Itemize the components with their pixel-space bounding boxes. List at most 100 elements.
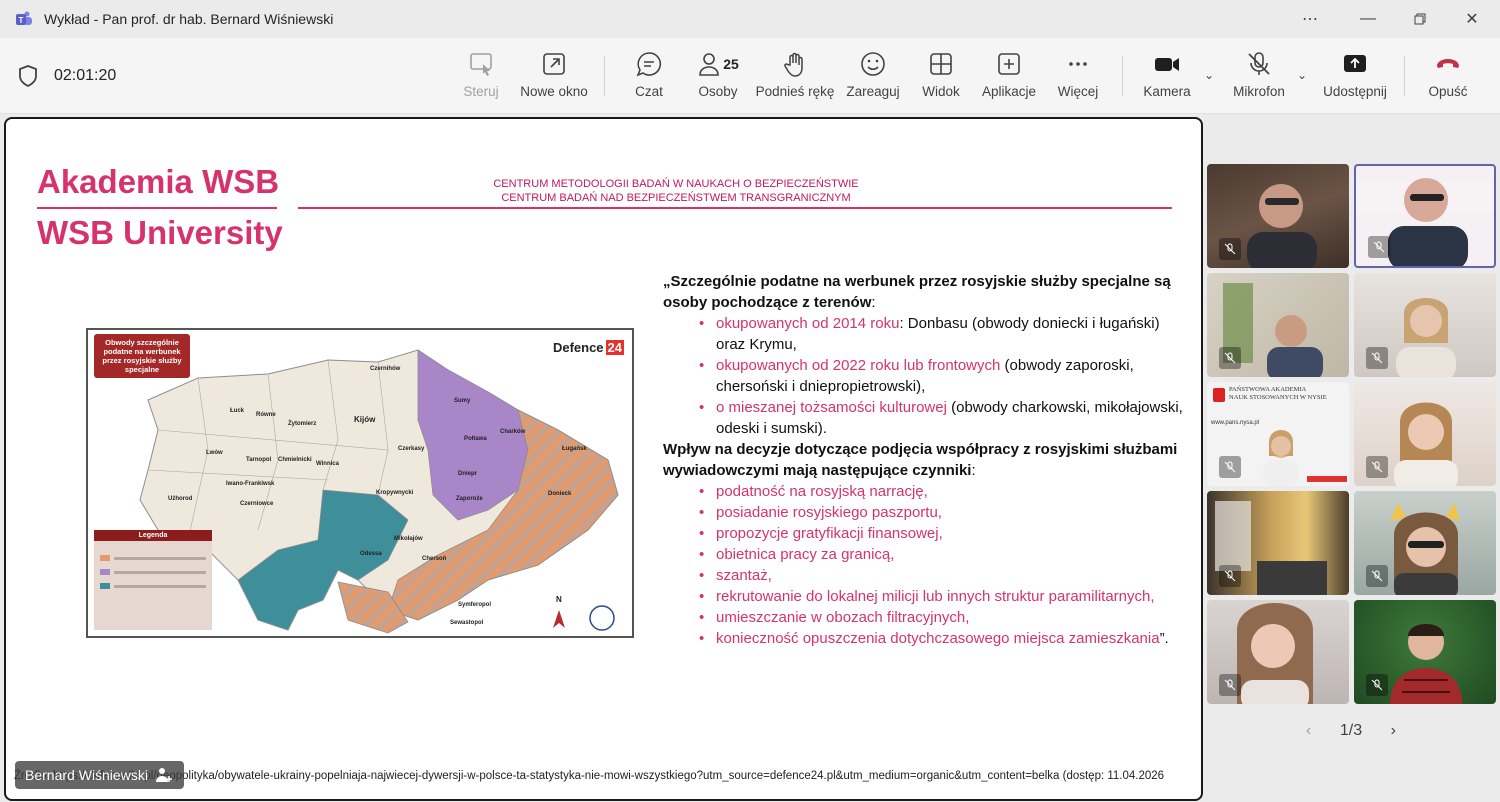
participant-tile[interactable] — [1354, 382, 1496, 486]
list-item: umieszczanie w obozach filtracyjnych, — [699, 607, 1183, 628]
legend-row — [100, 569, 206, 575]
city-label: Sewastopol — [450, 620, 484, 626]
city-label: Równe — [256, 412, 276, 418]
pop-out-icon — [543, 53, 565, 75]
people-icon — [699, 53, 720, 76]
camera-button[interactable]: Kamera — [1142, 50, 1192, 106]
mic-options-chevron-icon[interactable]: ⌄ — [1297, 68, 1307, 82]
city-label: Lwów — [206, 450, 223, 456]
minimize-button[interactable]: — — [1342, 0, 1394, 38]
participant-tile[interactable]: PAŃSTWOWA AKADEMIA NAUK STOSOWANYCH W NY… — [1207, 382, 1349, 486]
list-item: konieczność opuszczenia dotychczasowego … — [699, 628, 1183, 649]
regions-list: okupowanych od 2014 roku: Donbasu (obwod… — [699, 313, 1183, 439]
grid-view-icon — [930, 53, 952, 75]
city-label: Tarnopol — [246, 457, 272, 463]
legend-swatch — [100, 555, 110, 561]
participant-tile-active[interactable] — [1354, 164, 1496, 268]
previous-page-chevron-icon[interactable]: ‹ — [1306, 722, 1311, 740]
participant-tile[interactable] — [1354, 491, 1496, 595]
ellipsis-icon — [1069, 62, 1087, 66]
mic-off-icon — [1366, 347, 1388, 369]
raise-hand-button[interactable]: Podnieś rękę — [756, 50, 834, 106]
toolbar-divider — [1404, 56, 1405, 96]
brand-divider — [37, 207, 277, 209]
mic-off-icon — [1219, 456, 1241, 478]
control-icon — [470, 53, 492, 76]
add-app-icon — [998, 53, 1020, 75]
share-button[interactable]: Udostępnij — [1322, 50, 1388, 106]
list-item: propozycje gratyfikacji finansowej, — [699, 523, 1183, 544]
legend-text-placeholder — [114, 584, 206, 588]
mic-off-icon — [1219, 238, 1241, 260]
smiley-icon — [861, 52, 885, 76]
participant-gallery: PAŃSTWOWA AKADEMIA NAUK STOSOWANYCH W NY… — [1206, 114, 1500, 802]
restore-button[interactable] — [1394, 0, 1446, 38]
mic-off-icon — [1219, 565, 1241, 587]
close-button[interactable]: ✕ — [1446, 0, 1498, 38]
city-label: Zaporoże — [456, 496, 483, 502]
mic-off-icon — [1366, 565, 1388, 587]
factors-intro: Wpływ na decyzje dotyczące podjęcia wspó… — [663, 441, 1178, 479]
city-label: Winnica — [316, 461, 340, 467]
camera-options-chevron-icon[interactable]: ⌄ — [1204, 68, 1214, 82]
title-bar: T Wykład - Pan prof. dr hab. Bernard Wiś… — [0, 0, 1500, 38]
ukraine-map: Czernihów Łuck Równe Żytomierz Kijów Sum… — [86, 328, 634, 638]
center-line-2: CENTRUM BADAŃ NAD BEZPIECZEŃSTWEM TRANSG… — [501, 192, 851, 204]
participant-tile[interactable] — [1207, 600, 1349, 704]
mic-off-icon — [1366, 674, 1388, 696]
list-item: podatność na rosyjską narrację, — [699, 481, 1183, 502]
presentation-slide: Akademia WSB WSB University CENTRUM METO… — [4, 117, 1203, 801]
mic-off-icon — [1248, 52, 1270, 75]
source-citation: Źródło: https://defence24.pl/geopolityka… — [14, 770, 1165, 782]
city-label: Łuck — [230, 408, 245, 414]
participant-tile[interactable] — [1207, 491, 1349, 595]
mic-off-icon — [1219, 674, 1241, 696]
legend-text-placeholder — [114, 556, 206, 560]
react-button[interactable]: Zareaguj — [846, 50, 900, 106]
slide-text: „Szczególnie podatne na werbunek przez r… — [663, 271, 1183, 649]
page-indicator: 1/3 — [1339, 722, 1363, 739]
presenter-name-badge: Bernard Wiśniewski — [15, 761, 184, 789]
city-label: Odessa — [360, 551, 382, 557]
city-label: Chersoń — [422, 556, 447, 562]
control-button[interactable]: Steruj — [462, 50, 500, 106]
mic-off-icon — [1368, 236, 1390, 258]
meeting-timer: 02:01:20 — [54, 67, 117, 84]
city-label: Chmielnicki — [278, 457, 312, 463]
list-item: okupowanych od 2022 roku lub frontowych … — [699, 355, 1183, 397]
city-label: Charków — [500, 429, 526, 435]
city-label: Użhorod — [168, 496, 193, 502]
toolbar-divider — [1122, 56, 1123, 96]
participant-tile[interactable] — [1207, 273, 1349, 377]
brand-name-pl: Akademia WSB — [37, 163, 280, 200]
new-window-button[interactable]: Nowe okno — [516, 50, 592, 106]
view-button[interactable]: Widok — [920, 50, 962, 106]
list-item: obietnica pracy za granicą, — [699, 544, 1183, 565]
city-label: Dniepr — [458, 471, 478, 477]
map-legend: Legenda — [94, 530, 212, 630]
city-label: Iwano-Frankiwsk — [226, 481, 275, 487]
more-button[interactable]: Więcej — [1056, 50, 1100, 106]
factors-list: podatność na rosyjską narrację, posiadan… — [699, 481, 1183, 649]
next-page-chevron-icon[interactable]: › — [1391, 722, 1396, 740]
legend-swatch — [100, 569, 110, 575]
more-options-icon[interactable]: ⋯ — [1284, 0, 1336, 38]
apps-button[interactable]: Aplikacje — [982, 50, 1036, 106]
list-item: rekrutowanie do lokalnej milicji lub inn… — [699, 586, 1183, 607]
mic-button[interactable]: Mikrofon — [1230, 50, 1288, 106]
participant-tile[interactable] — [1354, 600, 1496, 704]
brand-name-en: WSB University — [37, 214, 283, 251]
participant-tile[interactable] — [1354, 273, 1496, 377]
meeting-toolbar: 02:01:20 Steruj Nowe okno Czat 25 Osoby … — [0, 38, 1500, 114]
list-item: okupowanych od 2014 roku: Donbasu (obwod… — [699, 313, 1183, 355]
list-item: szantaż, — [699, 565, 1183, 586]
city-label: Ługańsk — [562, 446, 587, 452]
city-label: Kijów — [354, 415, 376, 424]
leave-button[interactable]: Opuść — [1426, 50, 1470, 106]
chat-button[interactable]: Czat — [630, 50, 668, 106]
list-item: o mieszanej tożsamości kulturowej (obwod… — [699, 397, 1183, 439]
teams-icon: T — [14, 9, 34, 29]
participant-tile[interactable] — [1207, 164, 1349, 268]
people-button[interactable]: 25 Osoby — [695, 50, 741, 106]
svg-text:T: T — [19, 16, 24, 25]
